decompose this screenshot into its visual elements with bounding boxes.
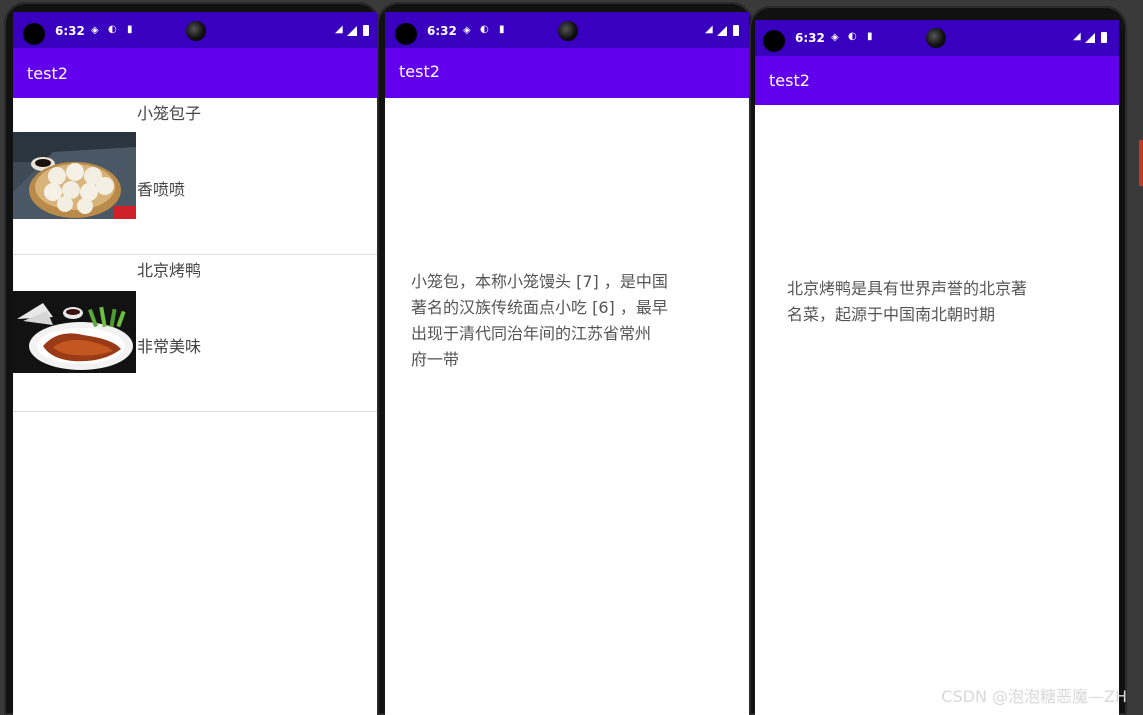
item-desc: 非常美味 (137, 337, 202, 356)
wifi-icon: ◢ (705, 24, 713, 35)
app-title: test2 (769, 71, 810, 90)
detail-text: 小笼包，本称小笼馒头 [7] ，是中国 著名的汉族传统面点小吃 [6] ，最早 … (411, 269, 711, 373)
item-desc: 香喷喷 (137, 180, 186, 199)
signal-icon (1085, 33, 1095, 43)
app-title: test2 (399, 62, 440, 81)
screen-detail-xiaolongbao: 6:32 ◈ ◐ ▮ ◢ test2 小笼包，本称小笼馒头 [7] ，是中国 著… (385, 12, 749, 715)
item-name: 北京烤鸭 (137, 261, 202, 280)
phone-detail-roastduck: 6:32 ◈ ◐ ▮ ◢ test2 北京烤鸭是具有世界声誉的北京著 名菜，起源… (749, 6, 1127, 715)
phone-detail-xiaolongbao: 6:32 ◈ ◐ ▮ ◢ test2 小笼包，本称小笼馒头 [7] ，是中国 著… (377, 2, 753, 715)
battery-icon (363, 25, 369, 36)
detail-line: 北京烤鸭是具有世界声誉的北京著 (787, 279, 1028, 298)
window-edge-strip (1139, 140, 1143, 186)
signal-icon (347, 26, 357, 36)
sdcard-icon: ▮ (127, 24, 133, 35)
battery-icon (733, 25, 739, 36)
status-bar: 6:32 ◈ ◐ ▮ ◢ (13, 12, 377, 48)
status-time: 6:32 (795, 31, 825, 45)
watermark: CSDN @泡泡糖恶魔—ZH (941, 687, 1127, 706)
wifi-status-icon: ◈ (831, 32, 839, 43)
detail-line: 著名的汉族传统面点小吃 [6] ，最早 (411, 298, 668, 317)
notification-icon: ◐ (848, 31, 857, 42)
screen-list: 6:32 ◈ ◐ ▮ ◢ test2 小笼包子 香喷喷 北京烤鸭 非常美味 (13, 12, 377, 715)
punch-hole-camera (395, 23, 417, 45)
list-item[interactable]: 小笼包子 香喷喷 (13, 98, 377, 255)
front-camera (558, 21, 578, 41)
app-bar: test2 (755, 56, 1119, 105)
notification-icon: ◐ (480, 24, 489, 35)
phone-list: 6:32 ◈ ◐ ▮ ◢ test2 小笼包子 香喷喷 北京烤鸭 非常美味 (4, 2, 380, 715)
status-time: 6:32 (55, 24, 85, 38)
roast-duck-photo (13, 291, 136, 373)
detail-line: 小笼包，本称小笼馒头 [7] ，是中国 (411, 272, 668, 291)
wifi-icon: ◢ (1073, 31, 1081, 42)
sdcard-icon: ▮ (867, 31, 873, 42)
status-bar: 6:32 ◈ ◐ ▮ ◢ (755, 20, 1119, 56)
detail-line: 出现于清代同治年间的江苏省常州 (411, 324, 652, 343)
punch-hole-camera (23, 23, 45, 45)
detail-line: 名菜，起源于中国南北朝时期 (787, 305, 996, 324)
front-camera (926, 28, 946, 48)
list-item[interactable]: 北京烤鸭 非常美味 (13, 255, 377, 412)
battery-icon (1101, 32, 1107, 43)
screen-detail-roastduck: 6:32 ◈ ◐ ▮ ◢ test2 北京烤鸭是具有世界声誉的北京著 名菜，起源… (755, 20, 1119, 715)
wifi-status-icon: ◈ (91, 25, 99, 36)
punch-hole-camera (763, 30, 785, 52)
wifi-status-icon: ◈ (463, 25, 471, 36)
status-bar: 6:32 ◈ ◐ ▮ ◢ (385, 12, 749, 48)
app-bar: test2 (385, 48, 749, 98)
app-title: test2 (27, 64, 68, 83)
xiaolongbao-photo (13, 132, 136, 219)
item-name: 小笼包子 (137, 104, 202, 123)
wifi-icon: ◢ (335, 24, 343, 35)
notification-icon: ◐ (108, 24, 117, 35)
sdcard-icon: ▮ (499, 24, 505, 35)
detail-text: 北京烤鸭是具有世界声誉的北京著 名菜，起源于中国南北朝时期 (787, 276, 1087, 328)
status-time: 6:32 (427, 24, 457, 38)
detail-line: 府一带 (411, 350, 460, 369)
front-camera (186, 21, 206, 41)
app-bar: test2 (13, 48, 377, 98)
signal-icon (717, 26, 727, 36)
